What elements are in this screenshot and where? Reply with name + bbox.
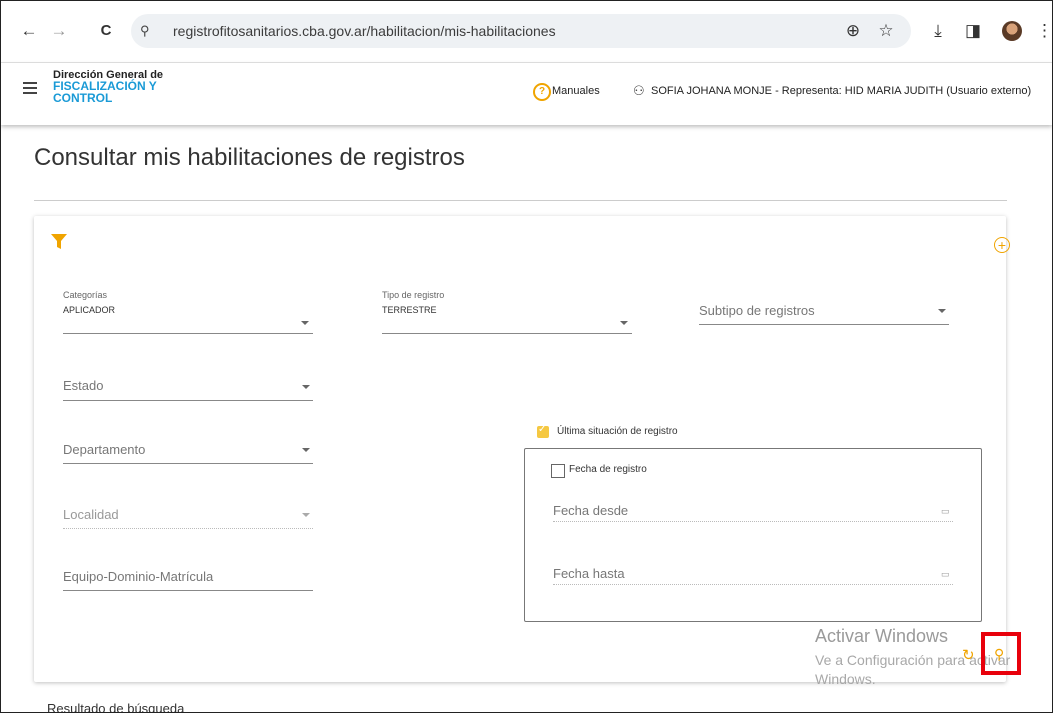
reload-icon[interactable]: C — [96, 21, 116, 41]
app-header: Dirección General de FISCALIZACIÓN Y CON… — [1, 63, 1052, 125]
site-settings-icon[interactable]: ⚲ — [140, 23, 150, 39]
equipo-dominio-input[interactable]: Equipo-Dominio-Matrícula — [63, 569, 313, 593]
chevron-down-icon — [301, 321, 309, 325]
add-circle-icon[interactable]: + — [994, 237, 1010, 253]
help-icon[interactable]: ? — [533, 83, 551, 101]
chevron-down-icon — [938, 309, 946, 313]
categorias-value: APLICADOR — [63, 305, 116, 315]
localidad-placeholder: Localidad — [63, 507, 119, 522]
calendar-icon[interactable]: ▭ — [941, 569, 950, 580]
calendar-icon[interactable]: ▭ — [941, 506, 950, 517]
tipo-registro-select[interactable]: Tipo de registro TERRESTRE — [382, 290, 632, 335]
categorias-label: Categorías — [63, 290, 108, 300]
download-icon[interactable]: ⤓ — [928, 21, 948, 41]
search-icon: ⚲ — [994, 646, 1005, 662]
fecha-registro-checkbox[interactable] — [551, 464, 565, 478]
chevron-down-icon — [302, 513, 310, 517]
localidad-select[interactable]: Localidad — [63, 507, 313, 531]
equipo-placeholder: Equipo-Dominio-Matrícula — [63, 569, 214, 584]
page-title: Consultar mis habilitaciones de registro… — [34, 144, 465, 171]
fecha-hasta-input[interactable]: Fecha hasta ▭ — [553, 566, 953, 590]
more-menu-icon[interactable]: ⋮ — [1036, 21, 1052, 41]
back-icon[interactable]: ← — [19, 21, 39, 41]
departamento-placeholder: Departamento — [63, 442, 146, 457]
fecha-desde-placeholder: Fecha desde — [553, 503, 629, 518]
title-divider — [34, 200, 1007, 201]
activate-windows-line3: Windows. — [815, 671, 876, 687]
ultima-situacion-label: Última situación de registro — [557, 426, 678, 437]
results-title: Resultado de búsqueda — [47, 701, 185, 713]
browser-toolbar: ← → C ⚲ registrofitosanitarios.cba.gov.a… — [1, 1, 1052, 63]
estado-select[interactable]: Estado — [63, 378, 313, 402]
tipo-registro-value: TERRESTRE — [382, 305, 437, 315]
user-name[interactable]: SOFIA JOHANA MONJE - Representa: HID MAR… — [651, 85, 1031, 97]
brand-line2: FISCALIZACIÓN Y CONTROL — [53, 79, 157, 105]
subtipo-placeholder: Subtipo de registros — [699, 303, 815, 318]
estado-placeholder: Estado — [63, 378, 104, 393]
profile-avatar[interactable] — [1002, 21, 1022, 41]
fecha-desde-input[interactable]: Fecha desde ▭ — [553, 503, 953, 527]
subtipo-select[interactable]: Subtipo de registros — [699, 303, 949, 327]
fecha-registro-label: Fecha de registro — [569, 464, 647, 475]
hamburger-menu-icon[interactable] — [23, 82, 37, 97]
chevron-down-icon — [620, 321, 628, 325]
chevron-down-icon — [302, 385, 310, 389]
activate-windows-title: Activar Windows — [815, 626, 949, 646]
forward-icon[interactable]: → — [49, 21, 69, 41]
search-button[interactable]: ⚲ — [981, 632, 1021, 675]
chevron-down-icon — [302, 448, 310, 452]
tipo-registro-label: Tipo de registro — [382, 290, 445, 300]
categorias-select[interactable]: Categorías APLICADOR — [63, 290, 313, 335]
window: ← → C ⚲ registrofitosanitarios.cba.gov.a… — [0, 0, 1053, 713]
bookmark-star-icon[interactable]: ☆ — [876, 21, 896, 41]
departamento-select[interactable]: Departamento — [63, 442, 313, 466]
manuales-link[interactable]: Manuales — [552, 85, 600, 97]
side-panel-icon[interactable]: ◨ — [963, 21, 983, 41]
fecha-hasta-placeholder: Fecha hasta — [553, 566, 625, 581]
url-text[interactable]: registrofitosanitarios.cba.gov.ar/habili… — [173, 23, 556, 39]
user-icon: ⚇ — [633, 83, 645, 98]
filter-icon[interactable] — [51, 234, 67, 250]
zoom-icon[interactable]: ⊕ — [843, 21, 863, 41]
ultima-situacion-checkbox[interactable] — [537, 424, 549, 438]
refresh-icon[interactable]: ↻ — [962, 646, 975, 664]
